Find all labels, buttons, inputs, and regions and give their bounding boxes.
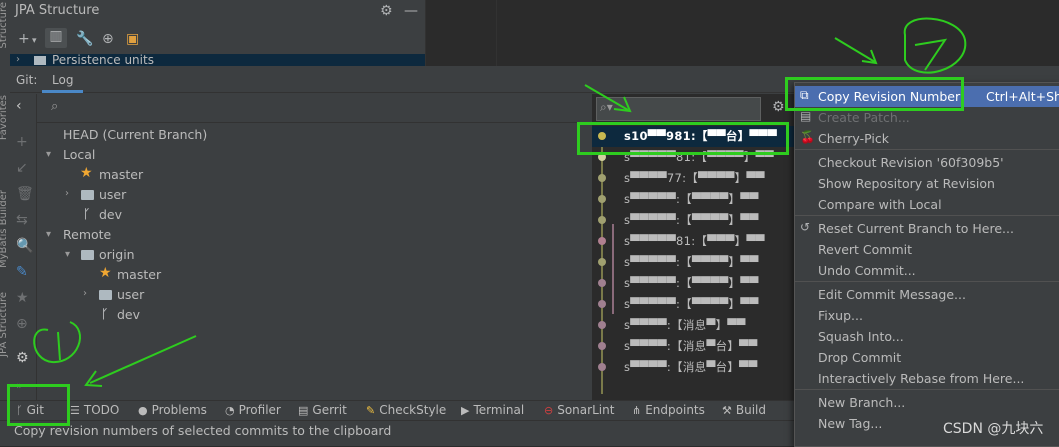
annotation-overlay [33, 17, 967, 387]
watermark: CSDN @九块六 [943, 421, 1044, 437]
